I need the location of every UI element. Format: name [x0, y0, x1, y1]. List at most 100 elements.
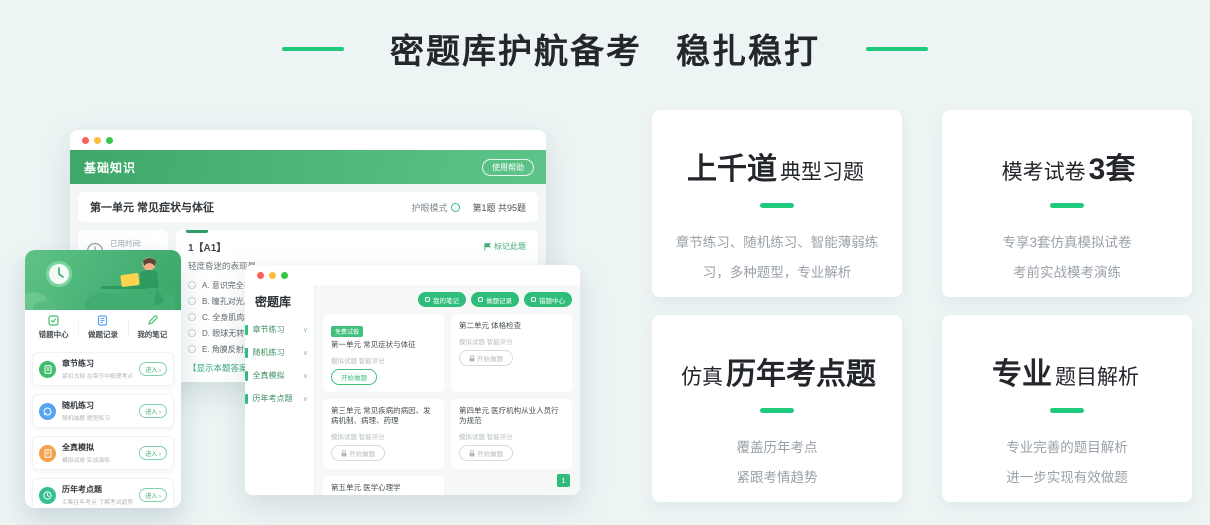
option-radio-icon — [188, 281, 196, 289]
bank-sidebar: 密题库 章节练习∨ 随机练习∨ 全真模拟∨ 历年考点题∨ — [245, 285, 315, 495]
window-titlebar — [70, 130, 546, 150]
unit-card-title: 第四单元 医疗机构从业人员行为规范 — [459, 406, 564, 426]
chevron-down-icon: ∨ — [303, 395, 308, 403]
record-book-icon — [97, 315, 108, 326]
pen-icon — [147, 315, 158, 326]
lock-icon — [469, 355, 475, 362]
tab-practice-record[interactable]: 做题记录 — [78, 315, 127, 340]
enter-button[interactable]: 进入 › — [139, 446, 167, 460]
feature-desc-line: 习，多种题型，专业解析 — [652, 258, 902, 288]
feature-title-light: 仿真 — [681, 366, 723, 389]
feature-card-grid: 上千道典型习题 章节练习、随机练习、智能薄弱练 习，多种题型，专业解析 模考试卷… — [652, 110, 1192, 502]
my-notes-button[interactable]: 我的笔记 — [418, 292, 466, 307]
record-icon — [478, 297, 483, 302]
unit-card-title: 第三单元 常见疾病的病因、发病机制、病理、药理 — [331, 406, 436, 426]
close-window-icon[interactable] — [82, 137, 89, 144]
feature-desc-line: 专享3套仿真模拟试卷 — [942, 228, 1192, 258]
unit-card: 第五单元 医学心理学 模拟试题 智能评分 开始做题 — [323, 476, 444, 495]
unit-card-meta: 模拟试题 智能评分 — [459, 431, 564, 441]
enter-button[interactable]: 进入 › — [139, 488, 167, 502]
section-header: 密题库护航备考稳扎稳打 — [0, 24, 1210, 73]
exam-header-title: 基础知识 — [84, 159, 136, 176]
feature-title-light: 题目解析 — [1055, 366, 1139, 389]
app-hero-illustration — [25, 250, 181, 310]
chapter-practice-icon — [39, 361, 56, 378]
note-icon — [425, 297, 430, 302]
unit-card: 第四单元 医疗机构从业人员行为规范 模拟试题 智能评分 开始做题 — [451, 399, 572, 469]
lock-icon — [469, 450, 475, 457]
free-trial-badge: 免费试做 — [331, 326, 363, 337]
sidebar-item-random-practice[interactable]: 随机练习∨ — [245, 341, 314, 364]
feature-desc-line: 考前实战模考演练 — [942, 258, 1192, 288]
flag-icon — [484, 243, 491, 251]
sidebar-item-full-mock[interactable]: 全真模拟∨ — [245, 364, 314, 387]
right-dash-decoration — [866, 47, 928, 51]
maximize-window-icon[interactable] — [281, 272, 288, 279]
toggle-circle-icon — [451, 203, 460, 212]
feature-desc-line: 覆盖历年考点 — [652, 433, 902, 463]
start-practice-button[interactable]: 开始做题 — [331, 369, 377, 385]
green-underline-decoration — [760, 408, 794, 413]
tab-wrong-question-center[interactable]: 错题中心 — [29, 315, 78, 340]
unit-card-meta: 模拟试题 智能评分 — [331, 355, 436, 365]
close-window-icon[interactable] — [257, 272, 264, 279]
question-progress: 第1题 共95题 — [472, 201, 526, 214]
option-radio-icon — [188, 329, 196, 337]
bank-logo: 密题库 — [245, 289, 314, 318]
page-title: 密题库护航备考稳扎稳打 — [390, 24, 820, 73]
lock-icon — [341, 450, 347, 457]
sidebar-item-past-exam-points[interactable]: 历年考点题∨ — [245, 387, 314, 410]
unit-card-title: 第二单元 体格检查 — [459, 321, 564, 331]
unit-card-title: 第一单元 常见症状与体征 — [331, 340, 436, 350]
bank-main: 我的笔记 做题记录 错题中心 免费试做 第一单元 常见症状与体征 模拟试题 智能… — [315, 285, 580, 495]
left-dash-decoration — [282, 47, 344, 51]
feature-card-mock-papers: 模考试卷3套 专享3套仿真模拟试卷 考前实战模考演练 — [942, 110, 1192, 297]
chevron-down-icon: ∨ — [303, 372, 308, 380]
sidebar-item-chapter-practice[interactable]: 章节练习∨ — [245, 318, 314, 341]
option-radio-icon — [188, 345, 196, 353]
tab-my-notes[interactable]: 我的笔记 — [128, 315, 177, 340]
unit-title: 第一单元 常见症状与体征 — [90, 199, 214, 215]
feature-title-strong: 上千道 — [687, 153, 777, 186]
locked-practice-button[interactable]: 开始做题 — [331, 445, 385, 461]
maximize-window-icon[interactable] — [106, 137, 113, 144]
unit-card-meta: 模拟试题 智能评分 — [331, 431, 436, 441]
feature-title-strong: 3套 — [1089, 153, 1136, 186]
list-item-full-mock[interactable]: 全真模拟模拟试卷 实战演练 进入 › — [32, 436, 174, 470]
feature-desc-line: 章节练习、随机练习、智能薄弱练 — [652, 228, 902, 258]
unit-card-meta: 模拟试题 智能评分 — [459, 336, 564, 346]
chevron-down-icon: ∨ — [303, 326, 308, 334]
unit-card: 第三单元 常见疾病的病因、发病机制、病理、药理 模拟试题 智能评分 开始做题 — [323, 399, 444, 469]
wrong-question-center-button[interactable]: 错题中心 — [524, 292, 572, 307]
list-item-chapter-practice[interactable]: 章节练习紧扣大纲 在章节中梳理考点 进入 › — [32, 352, 174, 386]
practice-record-button[interactable]: 做题记录 — [471, 292, 519, 307]
question-number: 1【A1】 — [188, 239, 226, 254]
locked-practice-button[interactable]: 开始做题 — [459, 445, 513, 461]
timer-label: 已用时间: — [110, 238, 154, 249]
page-title-right: 稳扎稳打 — [676, 33, 820, 71]
unit-card-title: 第五单元 医学心理学 — [331, 483, 436, 493]
page-title-left: 密题库护航备考 — [390, 33, 642, 71]
feature-card-typical-questions: 上千道典型习题 章节练习、随机练习、智能薄弱练 习，多种题型，专业解析 — [652, 110, 902, 297]
list-item-random-practice[interactable]: 随机练习随机抽题 题型练习 进入 › — [32, 394, 174, 428]
wrong-question-icon — [48, 315, 59, 326]
green-underline-decoration — [1050, 203, 1084, 208]
enter-button[interactable]: 进入 › — [139, 404, 167, 418]
mark-question-button[interactable]: 标记此题 — [484, 241, 526, 252]
minimize-window-icon[interactable] — [269, 272, 276, 279]
minimize-window-icon[interactable] — [94, 137, 101, 144]
list-item-past-exam-points[interactable]: 历年考点题汇集往年考点 了解考试趋势 进入 › — [32, 478, 174, 508]
green-underline-decoration — [1050, 408, 1084, 413]
pagination-page-1[interactable]: 1 — [557, 474, 570, 487]
locked-practice-button[interactable]: 开始做题 — [459, 350, 513, 366]
feature-title-light: 典型习题 — [780, 161, 864, 184]
help-button[interactable]: 使用帮助 — [482, 159, 534, 176]
eye-mode-toggle[interactable]: 护眼模式 — [411, 201, 460, 214]
exam-header: 基础知识 使用帮助 — [70, 150, 546, 184]
feature-title-light: 模考试卷 — [1002, 161, 1086, 184]
app-tab-bar: 错题中心 做题记录 我的笔记 — [25, 310, 181, 346]
feature-desc-line: 进一步实现有效做题 — [942, 463, 1192, 493]
enter-button[interactable]: 进入 › — [139, 362, 167, 376]
feature-title-strong: 历年考点题 — [726, 358, 876, 391]
unit-card: 第二单元 体格检查 模拟试题 智能评分 开始做题 — [451, 314, 572, 392]
